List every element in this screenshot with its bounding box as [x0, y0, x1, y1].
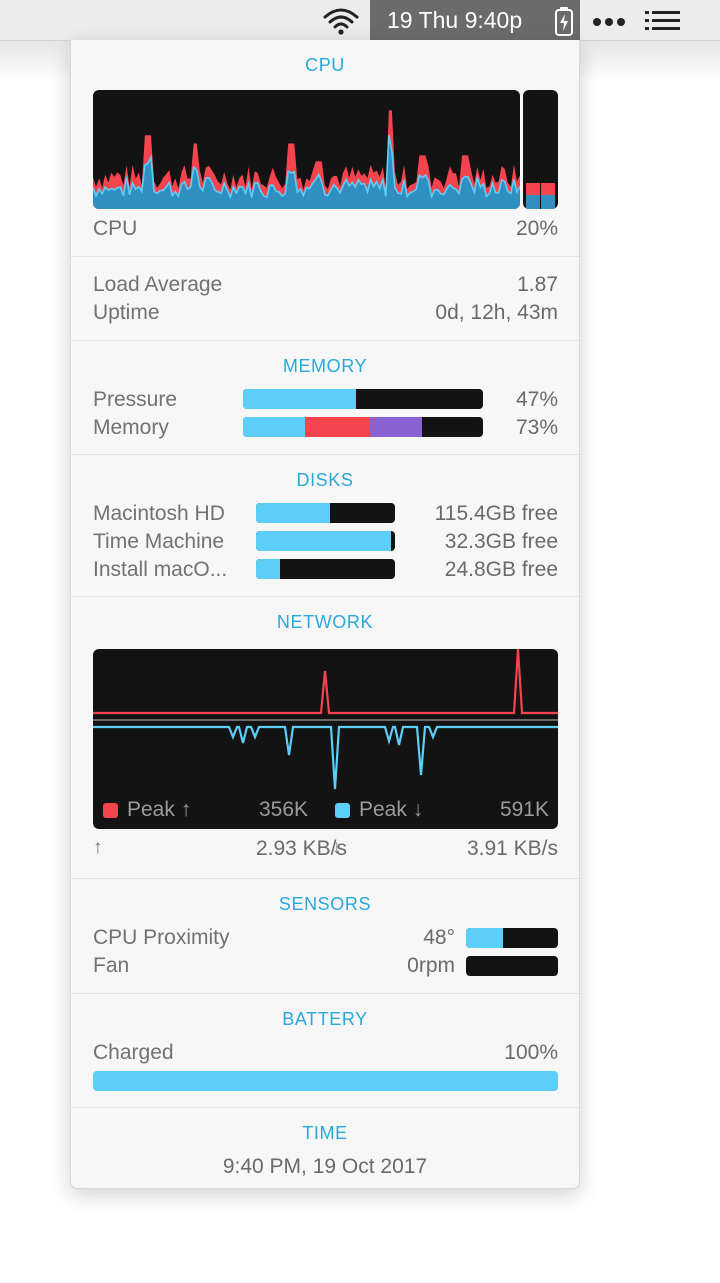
- list-menu-icon[interactable]: [642, 8, 682, 34]
- battery-charging-icon: [555, 7, 573, 36]
- wifi-icon[interactable]: [322, 6, 360, 36]
- cpu-label: CPU: [93, 217, 138, 240]
- network-history-graph: Peak ↑ 356K Peak ↓ 591K: [93, 649, 558, 829]
- disk-bar-install-macos: [256, 559, 395, 579]
- disk-free-time-machine: 32.3GB free: [444, 530, 558, 553]
- cpu-proximity-fill: [466, 928, 503, 948]
- battery-bar: [93, 1071, 558, 1091]
- network-header: NETWORK: [276, 612, 374, 632]
- load-average-value: 1.87: [517, 273, 558, 296]
- peak-down-label: Peak ↓: [359, 798, 424, 821]
- cpu-header: CPU: [305, 55, 345, 75]
- disk-fill-macintosh-hd: [256, 503, 330, 523]
- menubar-clock[interactable]: 19 Thu 9:40p: [370, 0, 580, 41]
- cpu-core-divider: [540, 183, 541, 209]
- memory-bar: [243, 417, 483, 437]
- uptime-label: Uptime: [93, 301, 160, 324]
- network-upload-series: [93, 649, 558, 715]
- upload-arrow-icon: ↑: [93, 837, 103, 858]
- download-rate: 3.91 KB/s: [466, 837, 558, 860]
- network-section: NETWORK Peak ↑ 356K Peak ↓ 591K ↑ 2.93 K…: [71, 597, 579, 879]
- disk-bar-time-machine: [256, 531, 395, 551]
- cpu-history-chart: [93, 110, 520, 209]
- cpu-current-bar: [523, 90, 558, 209]
- clock-text: 19 Thu 9:40p: [387, 7, 523, 33]
- time-header: TIME: [302, 1123, 348, 1143]
- load-section: Load Average 1.87 Uptime 0d, 12h, 43m: [71, 257, 579, 341]
- sensors-header: SENSORS: [278, 894, 372, 914]
- memory-section: MEMORY Pressure 47% Memory 73%: [71, 341, 579, 455]
- disk-free-install-macos: 24.8GB free: [444, 558, 558, 581]
- disk-bar-macintosh-hd: [256, 503, 395, 523]
- battery-percent: 100%: [504, 1041, 558, 1064]
- peak-up-value: 356K: [259, 798, 309, 821]
- sensors-section: SENSORS CPU Proximity 48° Fan 0rpm: [71, 879, 579, 994]
- disks-header: DISKS: [296, 470, 354, 490]
- disk-fill-time-machine: [256, 531, 391, 551]
- battery-fill: [93, 1071, 558, 1091]
- memory-segment-0: [243, 417, 306, 437]
- menu-bar: 19 Thu 9:40p: [0, 0, 720, 41]
- peak-down-value: 591K: [499, 798, 549, 821]
- fan-bar: [466, 956, 558, 976]
- disk-name-macintosh-hd: Macintosh HD: [93, 502, 225, 525]
- memory-label: Memory: [93, 416, 169, 439]
- disk-name-time-machine: Time Machine: [93, 530, 225, 553]
- more-dots-icon[interactable]: [590, 8, 630, 34]
- cpu-history-graph: [93, 90, 520, 209]
- memory-segment-2: [370, 417, 422, 437]
- battery-status-label: Charged: [93, 1041, 174, 1064]
- disk-name-install-macos: Install macO...: [93, 558, 228, 581]
- cpu-proximity-value: 48°: [423, 926, 455, 949]
- peak-up-label: Peak ↑: [127, 798, 192, 821]
- memory-value: 73%: [515, 416, 558, 439]
- time-value: 9:40 PM, 19 Oct 2017: [222, 1155, 428, 1178]
- pressure-fill: [243, 389, 356, 409]
- peak-up-swatch: [103, 803, 118, 818]
- download-arrow-icon: ↓: [332, 837, 342, 858]
- pressure-bar: [243, 389, 483, 409]
- memory-segment-1: [305, 417, 371, 437]
- cpu-system-series: [93, 135, 520, 209]
- battery-header: BATTERY: [282, 1009, 368, 1029]
- fan-label: Fan: [93, 954, 130, 977]
- cpu-section: CPU CPU 20%: [71, 40, 579, 257]
- time-section: TIME 9:40 PM, 19 Oct 2017: [71, 1108, 579, 1188]
- cpu-proximity-label: CPU Proximity: [93, 926, 230, 949]
- istat-popover: CPU CPU 20% Load Average 1.87 Uptime 0d,…: [70, 40, 580, 1189]
- disk-fill-install-macos: [256, 559, 280, 579]
- memory-header: MEMORY: [282, 356, 368, 376]
- pressure-value: 47%: [515, 388, 558, 411]
- fan-value: 0rpm: [407, 954, 455, 977]
- disks-section: DISKS Macintosh HD 115.4GB free Time Mac…: [71, 455, 579, 597]
- pressure-label: Pressure: [93, 388, 178, 411]
- peak-down-swatch: [335, 803, 350, 818]
- cpu-proximity-bar: [466, 928, 558, 948]
- disk-free-macintosh-hd: 115.4GB free: [434, 502, 558, 525]
- uptime-value: 0d, 12h, 43m: [435, 301, 558, 324]
- network-download-series: [93, 725, 558, 790]
- cpu-value: 20%: [515, 217, 558, 240]
- battery-section: BATTERY Charged 100%: [71, 994, 579, 1108]
- load-average-label: Load Average: [93, 273, 223, 296]
